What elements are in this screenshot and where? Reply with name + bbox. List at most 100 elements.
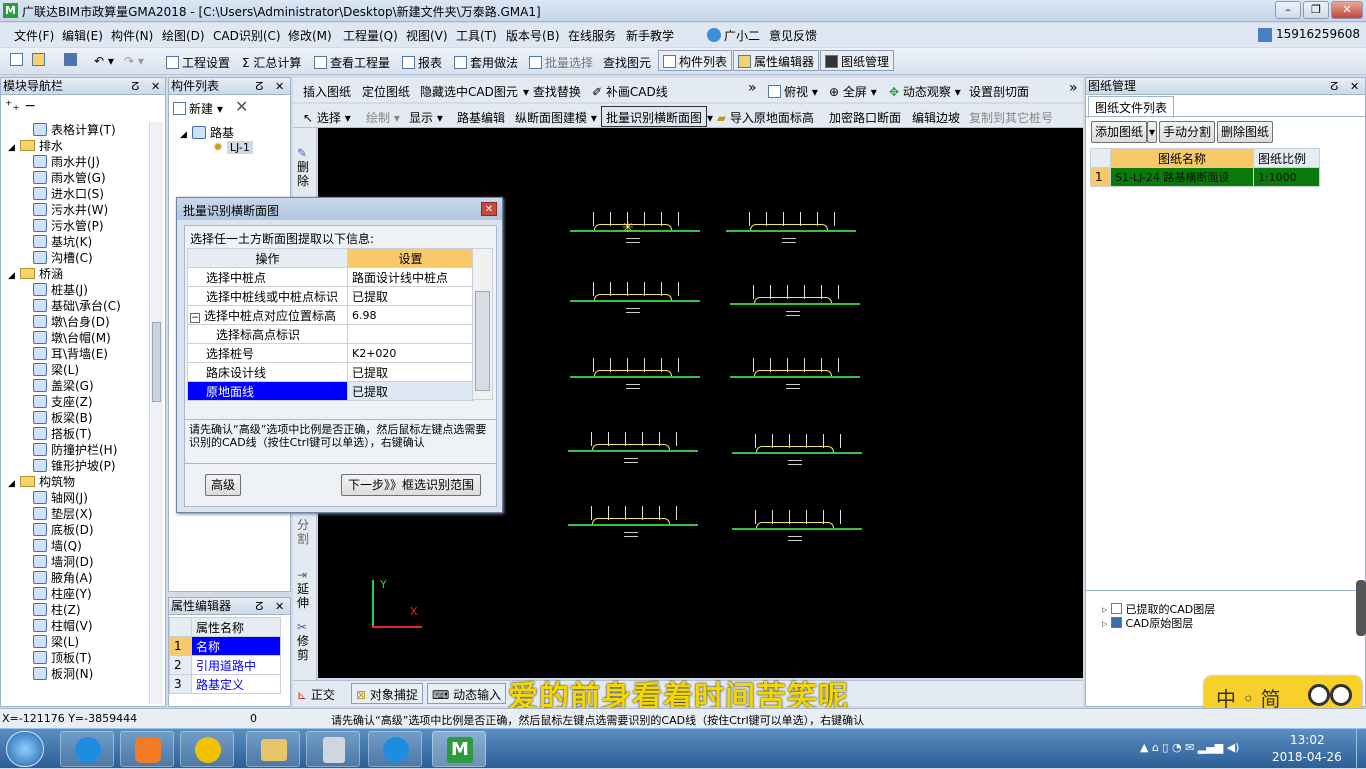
nav-tree-item[interactable]: 桩基(J)	[33, 282, 88, 298]
delete-drawing-button[interactable]: 删除图纸	[1217, 121, 1273, 143]
nav-tree-item[interactable]: 污水井(W)	[33, 202, 108, 218]
close-button[interactable]: ✕	[1331, 1, 1363, 19]
apply-method-button[interactable]: 套用做法	[454, 54, 518, 71]
menu-tutorial[interactable]: 新手教学	[626, 27, 674, 44]
tab-drawing-files[interactable]: 图纸文件列表	[1088, 96, 1175, 118]
draw-cad-line-button[interactable]: ✐ 补画CAD线	[592, 83, 668, 100]
tree-root[interactable]: ◢ 路基	[179, 124, 234, 141]
cross-section[interactable]	[568, 504, 698, 550]
cross-section[interactable]	[568, 430, 698, 476]
manual-split-button[interactable]: 手动分割	[1159, 121, 1215, 143]
tray-icons[interactable]: ▲ ⌂ ▯ ◔ ✉ ▂▄▆ ◀)	[1140, 741, 1239, 754]
menu-edit[interactable]: 编辑(E)	[62, 27, 103, 44]
start-button-icon[interactable]	[6, 731, 44, 767]
add-drawing-dropdown[interactable]: ▾	[1147, 121, 1157, 143]
insert-drawing-button[interactable]: 插入图纸	[303, 83, 351, 100]
densify-section-button[interactable]: 加密路口断面	[829, 109, 901, 126]
nav-tree-item[interactable]: 支座(Z)	[33, 394, 93, 410]
view-quantity-button[interactable]: 查看工程量	[314, 54, 390, 71]
menu-assistant[interactable]: 广小二	[724, 27, 760, 44]
find-element-button[interactable]: 查找图元	[603, 54, 651, 71]
menu-modify[interactable]: 修改(M)	[288, 27, 332, 44]
menu-feedback[interactable]: 意见反馈	[769, 27, 817, 44]
dialog-close-icon[interactable]: ✕	[481, 202, 497, 216]
menu-view[interactable]: 视图(V)	[406, 27, 448, 44]
add-drawing-button[interactable]: 添加图纸	[1091, 121, 1147, 143]
nav-tree-item[interactable]: 板梁(B)	[33, 410, 93, 426]
cross-section[interactable]	[570, 280, 700, 326]
row-op[interactable]: 选择桩号	[187, 343, 348, 363]
row-op-selected[interactable]: 原地面线	[187, 381, 348, 401]
collapse-icon[interactable]: ◢	[179, 131, 188, 140]
drawing-row-name[interactable]: S1-LJ-24 路基横断面设	[1110, 167, 1254, 187]
menu-version[interactable]: 版本号(B)	[506, 27, 560, 44]
taskbar-app-icon[interactable]: M	[432, 731, 486, 767]
drawing-row-scale[interactable]: 1:1000	[1252, 167, 1321, 187]
property-editor-toggle[interactable]: 属性编辑器	[733, 50, 820, 71]
import-ground-elevation-button[interactable]: ▾ ▰ 导入原地面标高	[707, 109, 814, 126]
menu-draw[interactable]: 绘图(D)	[162, 27, 205, 44]
checkbox-icon[interactable]	[1111, 617, 1123, 628]
taskbar-app-icon[interactable]	[60, 731, 114, 767]
extend-tool[interactable]: ⇥ 延伸	[297, 568, 311, 610]
close-panel-icon[interactable]: ✕	[275, 79, 284, 95]
row-op[interactable]: − 选择中桩点对应位置标高	[187, 305, 348, 325]
hide-cad-button[interactable]: 隐藏选中CAD图元	[420, 83, 518, 100]
attr-row-name[interactable]: 路基定义	[191, 674, 281, 694]
menu-tools[interactable]: 工具(T)	[456, 27, 497, 44]
project-settings-button[interactable]: 工程设置	[166, 54, 230, 71]
taskbar-app-icon[interactable]	[180, 731, 234, 767]
collapse-icon[interactable]: ◢	[7, 272, 16, 281]
attr-row-name[interactable]: 名称	[191, 636, 281, 656]
minimize-button[interactable]: –	[1275, 1, 1301, 19]
edit-slope-button[interactable]: 编辑边坡	[912, 109, 960, 126]
split-tool[interactable]: 分割	[297, 518, 311, 546]
pin-icon[interactable]: ⵒ	[255, 79, 263, 95]
nav-tree-item[interactable]: 耳\背墙(E)	[33, 346, 108, 362]
cross-section[interactable]	[732, 432, 862, 478]
cross-section[interactable]	[730, 283, 860, 329]
dynamic-input-toggle[interactable]: ⌨ 动态输入	[427, 683, 507, 704]
section-plane-button[interactable]: 设置剖切面	[969, 83, 1029, 100]
report-button[interactable]: 报表	[402, 54, 442, 71]
nav-tree-item[interactable]: 板洞(N)	[33, 666, 93, 682]
menu-component[interactable]: 构件(N)	[111, 27, 153, 44]
cross-section[interactable]	[726, 210, 856, 256]
row-op[interactable]: 选择中桩线或中桩点标识	[187, 286, 348, 306]
nav-tree-item[interactable]: 沟槽(C)	[33, 250, 93, 266]
new-file-icon[interactable]	[10, 53, 26, 67]
nav-tree-item[interactable]: 底板(D)	[33, 522, 94, 538]
drawing-manage-toggle[interactable]: 图纸管理	[820, 50, 895, 71]
taskbar-app-icon[interactable]	[306, 731, 360, 767]
nav-scrollbar[interactable]	[149, 122, 163, 704]
top-view-button[interactable]: 俯视 ▾	[768, 83, 818, 100]
phone-number[interactable]: 15916259608	[1276, 27, 1360, 41]
more-icon[interactable]: »	[1069, 80, 1078, 96]
nav-tree-item[interactable]: 防撞护栏(H)	[33, 442, 117, 458]
open-file-icon[interactable]	[32, 53, 48, 67]
nav-tree-item[interactable]: 墙(Q)	[33, 538, 82, 554]
table-scrollbar[interactable]	[472, 248, 493, 400]
nav-tree-item[interactable]: 柱(Z)	[33, 602, 81, 618]
nav-tree-item[interactable]: 污水管(P)	[33, 218, 104, 234]
taskbar-app-icon[interactable]	[368, 731, 422, 767]
delete-tool[interactable]: ✎ 删除	[297, 146, 311, 188]
roadbed-edit-button[interactable]: 路基编辑	[457, 109, 505, 126]
taskbar-app-icon[interactable]	[120, 731, 174, 767]
display-button[interactable]: 显示 ▾	[409, 109, 443, 126]
nav-tree-item[interactable]: 锥形护坡(P)	[33, 458, 116, 474]
object-snap-toggle[interactable]: ⊠ 对象捕捉	[351, 683, 423, 704]
nav-tree-item[interactable]: ◢ 桥涵	[7, 266, 63, 282]
side-scroll-handle[interactable]	[1356, 580, 1366, 636]
delete-component-icon[interactable]: ✕	[235, 97, 248, 116]
pin-icon[interactable]: ⵒ	[131, 79, 139, 95]
collapse-icon[interactable]: −	[190, 312, 200, 323]
orbit-button[interactable]: ✥ 动态观察 ▾	[889, 83, 961, 100]
batch-recognize-section-button[interactable]: 批量识别横断面图	[601, 106, 708, 127]
cross-section[interactable]	[570, 356, 700, 402]
nav-tree-item[interactable]: 搭板(T)	[33, 426, 92, 442]
table-scrollbar-thumb[interactable]	[475, 291, 490, 391]
cross-section[interactable]	[730, 356, 860, 402]
copy-to-other-station-button[interactable]: 复制到其它桩号	[969, 109, 1053, 126]
menu-cad[interactable]: CAD识别(C)	[213, 27, 281, 44]
